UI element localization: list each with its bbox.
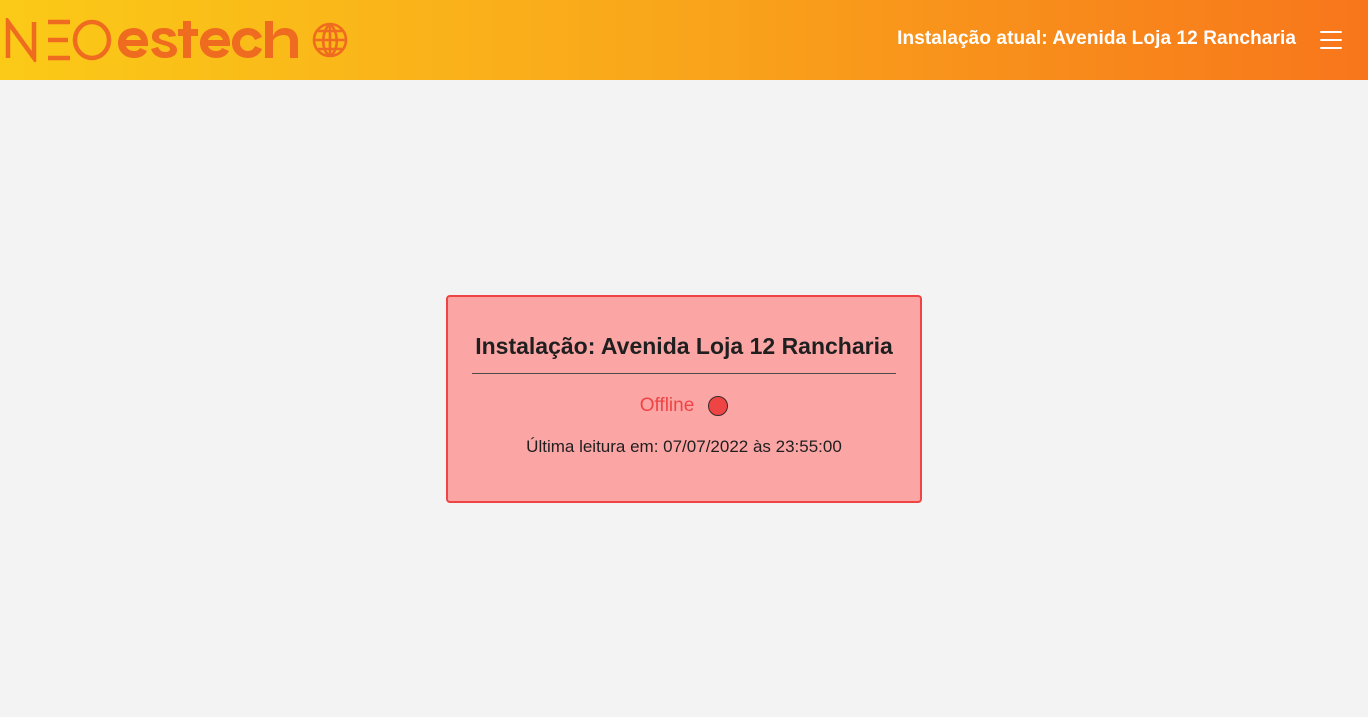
current-installation-label: Instalação atual: Avenida Loja 12 Rancha… [897,28,1296,49]
neoestech-logo[interactable] [4,18,350,62]
card-title: Instalação: Avenida Loja 12 Rancharia [475,333,893,359]
status-dot-icon [708,396,729,416]
card-divider [472,373,896,374]
installation-status-card: Instalação: Avenida Loja 12 Rancharia Of… [446,295,922,503]
top-header: Instalação atual: Avenida Loja 12 Rancha… [0,0,1368,80]
hamburger-menu-icon[interactable] [1320,29,1342,51]
globe-grid-icon [312,22,348,58]
last-reading-text: Última leitura em: 07/07/2022 às 23:55:0… [526,437,842,456]
status-row: Offline [448,395,920,419]
status-label: Offline [639,395,695,416]
